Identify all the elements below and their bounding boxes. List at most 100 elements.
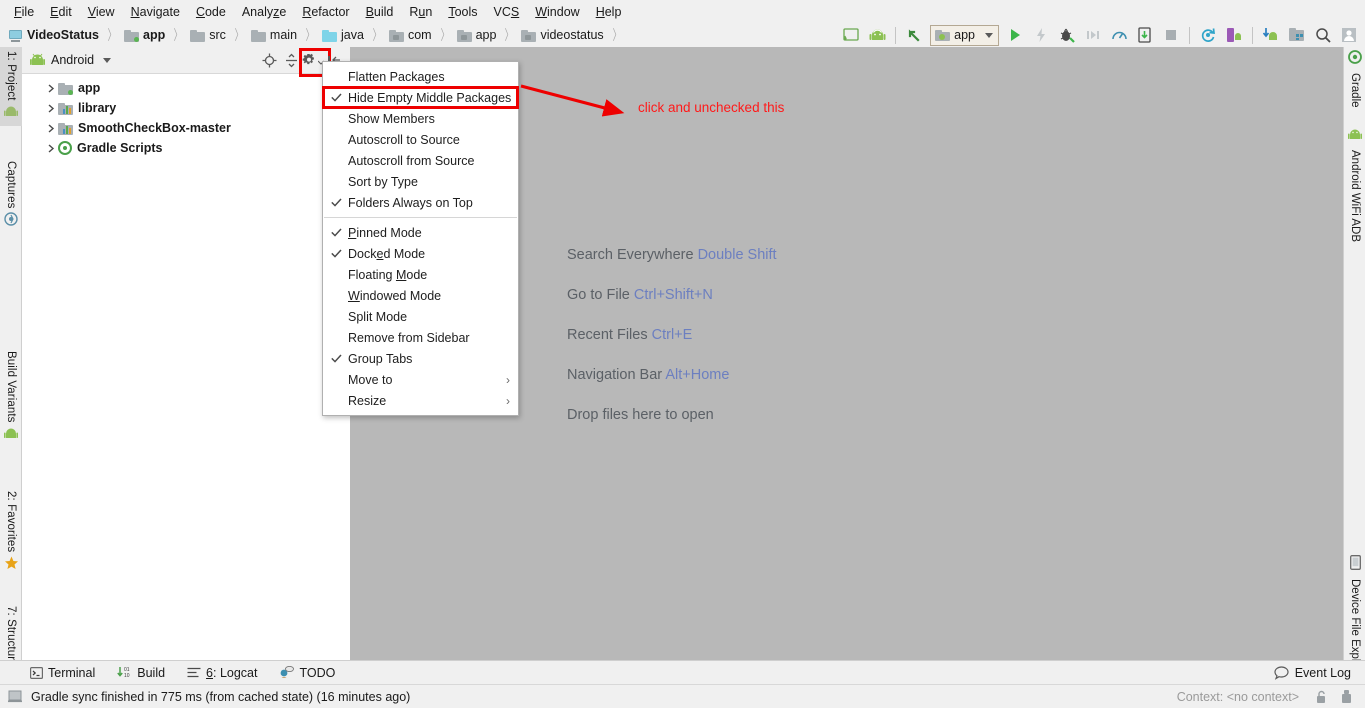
tree-node-smoothcheckbox-master[interactable]: SmoothCheckBox-master <box>22 118 350 138</box>
menu-item-move-to[interactable]: Move to › <box>323 369 518 390</box>
toolbar-separator-3 <box>1252 26 1253 44</box>
tree-node-app[interactable]: app <box>22 78 350 98</box>
menu-item-label: Pinned Mode <box>348 225 422 240</box>
menu-item-folders-always-on-top[interactable]: Folders Always on Top <box>323 192 518 213</box>
menu-item-hide-empty-middle-packages[interactable]: Hide Empty Middle Packages <box>322 86 519 109</box>
tool-window-button-captures[interactable]: Captures <box>0 157 22 234</box>
tree-node-gradle-scripts[interactable]: Gradle Scripts <box>22 138 350 158</box>
bottom-tool-6-logcat[interactable]: 6: Logcat <box>187 666 257 680</box>
menu-item-autoscroll-from-source[interactable]: Autoscroll from Source <box>323 150 518 171</box>
bottom-tool-terminal[interactable]: Terminal <box>30 666 95 680</box>
chevron-right-icon: › <box>506 372 510 387</box>
chevron-right-icon[interactable] <box>44 143 58 153</box>
menu-item-autoscroll-to-source[interactable]: Autoscroll to Source <box>323 129 518 150</box>
status-context: Context: <no context> <box>1176 689 1299 704</box>
breadcrumb-item-java[interactable]: java <box>322 28 364 42</box>
locate-target-icon[interactable] <box>258 49 280 71</box>
back-arrow-icon[interactable] <box>902 24 926 46</box>
menu-file[interactable]: File <box>6 3 42 21</box>
menu-run[interactable]: Run <box>401 3 440 21</box>
memory-indicator-icon[interactable] <box>1340 689 1353 705</box>
bottom-tool-todo[interactable]: TODO <box>279 666 335 680</box>
captures-icon <box>4 212 18 231</box>
android-wifi-icon[interactable] <box>865 24 889 46</box>
tree-node-library[interactable]: library <box>22 98 350 118</box>
attach-debugger-icon[interactable] <box>1133 24 1157 46</box>
avd-manager-icon[interactable] <box>1222 24 1246 46</box>
stop-icon[interactable] <box>1159 24 1183 46</box>
android-icon <box>1348 128 1362 146</box>
menu-item-sort-by-type[interactable]: Sort by Type <box>323 171 518 192</box>
editor-hint: Search Everywhere Double Shift <box>567 247 777 263</box>
project-view-selector-label[interactable]: Android <box>51 53 94 67</box>
source-folder-icon <box>322 29 338 42</box>
lock-icon[interactable] <box>1315 690 1328 704</box>
checkmark-icon <box>331 352 348 366</box>
toolbar-separator <box>895 26 897 44</box>
menu-refactor[interactable]: Refactor <box>294 3 357 21</box>
chevron-right-icon[interactable] <box>44 103 58 113</box>
event-log-label: Event Log <box>1294 665 1351 680</box>
project-icon <box>8 29 23 42</box>
menu-edit[interactable]: Edit <box>42 3 80 21</box>
tool-window-button-1-project[interactable]: 1: Project <box>0 47 22 126</box>
breadcrumb-label: src <box>209 28 226 42</box>
debug-icon[interactable] <box>1055 24 1079 46</box>
profiler-icon[interactable] <box>1107 24 1131 46</box>
menu-item-group-tabs[interactable]: Group Tabs <box>323 348 518 369</box>
user-account-icon[interactable] <box>1337 24 1361 46</box>
menu-view[interactable]: View <box>80 3 123 21</box>
bottom-tool-build[interactable]: 01 10 Build <box>117 666 165 680</box>
breadcrumb-item-app[interactable]: app <box>456 28 496 42</box>
menu-tools[interactable]: Tools <box>440 3 485 21</box>
breadcrumb-item-app[interactable]: app <box>124 28 165 42</box>
settings-gear-icon[interactable] <box>299 48 331 77</box>
menu-item-resize[interactable]: Resize › <box>323 390 518 411</box>
menu-item-split-mode[interactable]: Split Mode <box>323 306 518 327</box>
menu-item-floating-mode[interactable]: Floating Mode <box>323 264 518 285</box>
menu-window[interactable]: Window <box>527 3 587 21</box>
tool-window-button-android-wifi-adb[interactable]: Android WiFi ADB <box>1344 125 1365 246</box>
menu-analyze[interactable]: Analyze <box>234 3 294 21</box>
breadcrumb-label: app <box>143 28 166 42</box>
tool-window-button-gradle[interactable]: Gradle <box>1344 47 1365 112</box>
menu-item-label: Move to <box>348 372 393 387</box>
chevron-right-icon[interactable] <box>44 83 58 93</box>
cast-icon[interactable] <box>839 24 863 46</box>
apply-changes-icon[interactable] <box>1029 24 1053 46</box>
project-tree[interactable]: app library SmoothCheckBox-master Gradle Sc… <box>22 74 350 660</box>
step-icon[interactable] <box>1081 24 1105 46</box>
bottom-tool-label: TODO <box>299 665 336 680</box>
menu-navigate[interactable]: Navigate <box>123 3 188 21</box>
menu-code[interactable]: Code <box>188 3 234 21</box>
breadcrumb-item-videostatus[interactable]: VideoStatus <box>8 28 99 42</box>
event-log-button[interactable]: Event Log <box>1274 666 1351 680</box>
menu-item-pinned-mode[interactable]: Pinned Mode <box>323 222 518 243</box>
chevron-right-icon[interactable] <box>44 123 58 133</box>
logcat-icon <box>187 667 201 678</box>
menu-help[interactable]: Help <box>588 3 630 21</box>
run-configuration-selector[interactable]: app <box>930 24 999 46</box>
tool-window-button-2-favorites[interactable]: 2: Favorites <box>0 487 22 578</box>
menu-vcs[interactable]: VCS <box>486 3 528 21</box>
project-tool-window: Android app library SmoothCheckBox-master G… <box>22 47 351 660</box>
menu-build[interactable]: Build <box>358 3 402 21</box>
breadcrumb-item-main[interactable]: main <box>250 28 297 42</box>
project-structure-icon[interactable] <box>1285 24 1309 46</box>
menu-item-label: Sort by Type <box>348 174 418 189</box>
breadcrumb-item-src[interactable]: src <box>190 28 226 42</box>
run-icon[interactable] <box>1003 24 1027 46</box>
breadcrumb-item-videostatus[interactable]: videostatus <box>521 28 604 42</box>
menu-item-docked-mode[interactable]: Docked Mode <box>323 243 518 264</box>
search-icon[interactable] <box>1311 24 1335 46</box>
sync-gradle-icon[interactable] <box>1196 24 1220 46</box>
menu-item-windowed-mode[interactable]: Windowed Mode <box>323 285 518 306</box>
menu-item-label: Windowed Mode <box>348 288 442 303</box>
menu-item-remove-from-sidebar[interactable]: Remove from Sidebar <box>323 327 518 348</box>
breadcrumb-item-com[interactable]: com <box>388 28 432 42</box>
chevron-down-icon[interactable] <box>103 57 112 63</box>
tool-window-button-build-variants[interactable]: Build Variants <box>0 347 22 448</box>
menu-item-show-members[interactable]: Show Members <box>323 108 518 129</box>
menu-item-flatten-packages[interactable]: Flatten Packages <box>323 66 518 87</box>
sdk-manager-icon[interactable] <box>1259 24 1283 46</box>
